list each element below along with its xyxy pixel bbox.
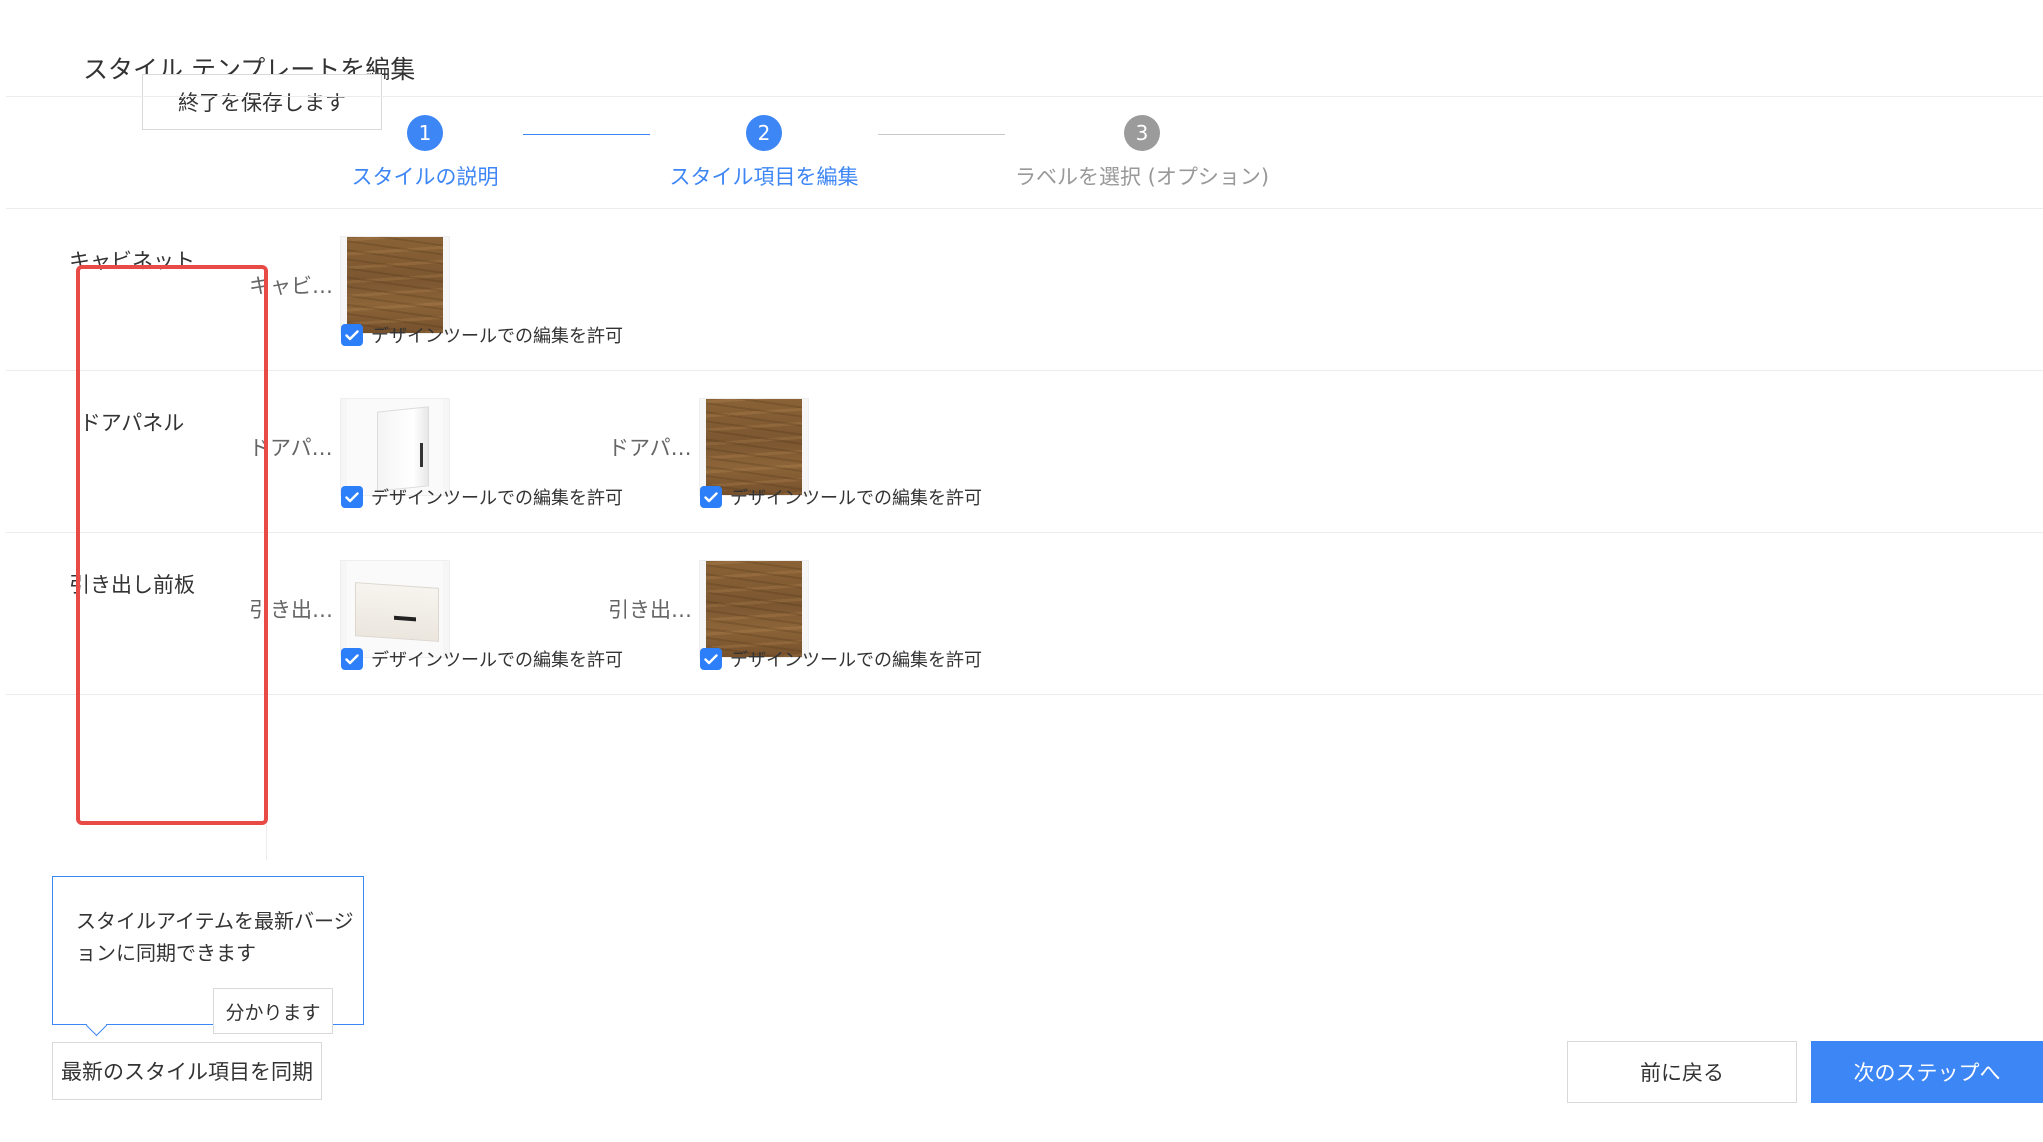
step-connector-2 bbox=[878, 134, 1005, 135]
material-swatch[interactable] bbox=[699, 560, 809, 658]
header-divider bbox=[6, 96, 2043, 97]
allow-edit-label: デザインツールでの編集を許可 bbox=[730, 488, 982, 509]
drawer-shape bbox=[355, 582, 439, 642]
allow-edit-label: デザインツールでの編集を許可 bbox=[371, 650, 623, 671]
row-label-drawer-front: 引き出し前板 bbox=[69, 573, 195, 597]
allow-edit-label: デザインツールでの編集を許可 bbox=[371, 326, 623, 347]
allow-edit-checkbox[interactable]: デザインツールでの編集を許可 bbox=[341, 322, 623, 348]
step-3-circle[interactable]: 3 bbox=[1124, 115, 1160, 151]
checkbox-icon[interactable] bbox=[341, 324, 363, 346]
row-labels-highlight bbox=[76, 265, 268, 825]
item-name: 引き出… bbox=[249, 598, 333, 622]
save-and-exit-button[interactable]: 終了を保存します bbox=[142, 74, 382, 130]
item-name: ドアパ… bbox=[608, 436, 692, 460]
drawer-front-image bbox=[347, 561, 443, 657]
allow-edit-checkbox[interactable]: デザインツールでの編集を許可 bbox=[700, 484, 982, 510]
tooltip-arrow bbox=[85, 1014, 108, 1037]
step-3-label[interactable]: ラベルを選択 (オプション) bbox=[1015, 161, 1269, 191]
door-panel-image bbox=[347, 399, 443, 495]
tooltip-text: スタイルアイテムを最新バージョンに同期できます bbox=[76, 909, 354, 965]
allow-edit-label: デザインツールでの編集を許可 bbox=[730, 650, 982, 671]
step-1-label[interactable]: スタイルの説明 bbox=[352, 161, 499, 191]
item-name: ドアパ… bbox=[249, 436, 333, 460]
row-divider bbox=[6, 370, 2043, 371]
checkbox-icon[interactable] bbox=[700, 648, 722, 670]
material-swatch[interactable] bbox=[699, 398, 809, 496]
stepper-divider bbox=[6, 208, 2043, 209]
drawer-handle bbox=[394, 615, 416, 622]
allow-edit-checkbox[interactable]: デザインツールでの編集を許可 bbox=[341, 646, 623, 672]
allow-edit-checkbox[interactable]: デザインツールでの編集を許可 bbox=[341, 484, 623, 510]
row-divider bbox=[6, 694, 2043, 695]
step-2-label[interactable]: スタイル項目を編集 bbox=[670, 161, 859, 191]
wood-texture bbox=[347, 237, 443, 333]
step-2-circle[interactable]: 2 bbox=[746, 115, 782, 151]
allow-edit-label: デザインツールでの編集を許可 bbox=[371, 488, 623, 509]
row-label-door-panel: ドアパネル bbox=[79, 411, 185, 435]
wood-texture bbox=[706, 561, 802, 657]
previous-button[interactable]: 前に戻る bbox=[1567, 1041, 1797, 1103]
door-handle bbox=[420, 443, 423, 467]
row-label-cabinet: キャビネット bbox=[69, 249, 195, 273]
got-it-button[interactable]: 分かります bbox=[213, 988, 333, 1034]
item-name: キャビ… bbox=[249, 274, 333, 298]
checkbox-icon[interactable] bbox=[341, 648, 363, 670]
material-swatch[interactable] bbox=[340, 560, 450, 658]
wood-texture bbox=[706, 399, 802, 495]
allow-edit-checkbox[interactable]: デザインツールでの編集を許可 bbox=[700, 646, 982, 672]
row-divider bbox=[6, 532, 2043, 533]
step-1-circle[interactable]: 1 bbox=[407, 115, 443, 151]
item-name: 引き出… bbox=[608, 598, 692, 622]
material-swatch[interactable] bbox=[340, 236, 450, 334]
next-step-button[interactable]: 次のステップへ bbox=[1811, 1041, 2043, 1103]
step-connector-1 bbox=[523, 134, 650, 135]
checkbox-icon[interactable] bbox=[700, 486, 722, 508]
column-separator bbox=[266, 820, 267, 860]
checkbox-icon[interactable] bbox=[341, 486, 363, 508]
sync-latest-items-button[interactable]: 最新のスタイル項目を同期 bbox=[52, 1042, 322, 1100]
material-swatch[interactable] bbox=[340, 398, 450, 496]
